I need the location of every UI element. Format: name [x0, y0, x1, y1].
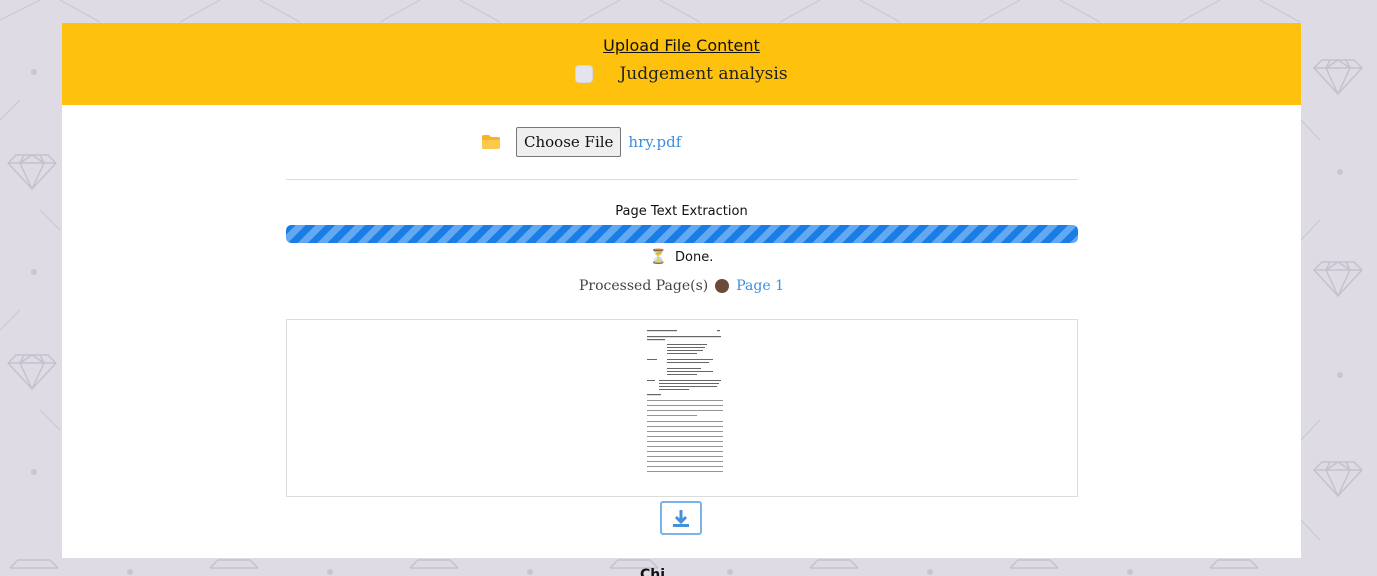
extraction-status: ⏳ Done.	[62, 249, 1301, 265]
judgement-option: Judgement analysis	[62, 64, 1301, 84]
upload-card: Upload File Content Judgement analysis C…	[62, 23, 1301, 558]
processed-pages-label: Processed Page(s)	[579, 278, 709, 294]
progress-fill	[286, 225, 1078, 243]
extraction-title: Page Text Extraction	[615, 204, 748, 219]
page-link-1[interactable]: Page 1	[736, 278, 784, 294]
document-thumbnail	[645, 328, 725, 478]
document-preview	[286, 319, 1078, 497]
footer-partial-text: Chi	[640, 567, 666, 576]
processed-pages: Processed Page(s) Page 1	[62, 278, 1301, 294]
card-header: Upload File Content Judgement analysis	[62, 23, 1301, 105]
status-text: Done.	[675, 249, 714, 265]
judgement-analysis-label[interactable]: Judgement analysis	[619, 64, 787, 84]
download-icon	[673, 510, 689, 527]
file-input-row: Choose File hry.pdf	[482, 127, 681, 157]
hourglass-icon: ⏳	[649, 249, 668, 265]
choose-file-button[interactable]: Choose File	[516, 127, 622, 157]
extraction-progress-bar	[286, 225, 1078, 243]
upload-title-link[interactable]: Upload File Content	[62, 36, 1301, 55]
selected-file-name: hry.pdf	[628, 133, 682, 151]
folder-icon	[482, 135, 500, 149]
judgement-analysis-checkbox[interactable]	[575, 65, 594, 83]
download-button[interactable]	[660, 501, 702, 535]
divider	[286, 179, 1078, 180]
page-status-dot	[715, 279, 730, 293]
